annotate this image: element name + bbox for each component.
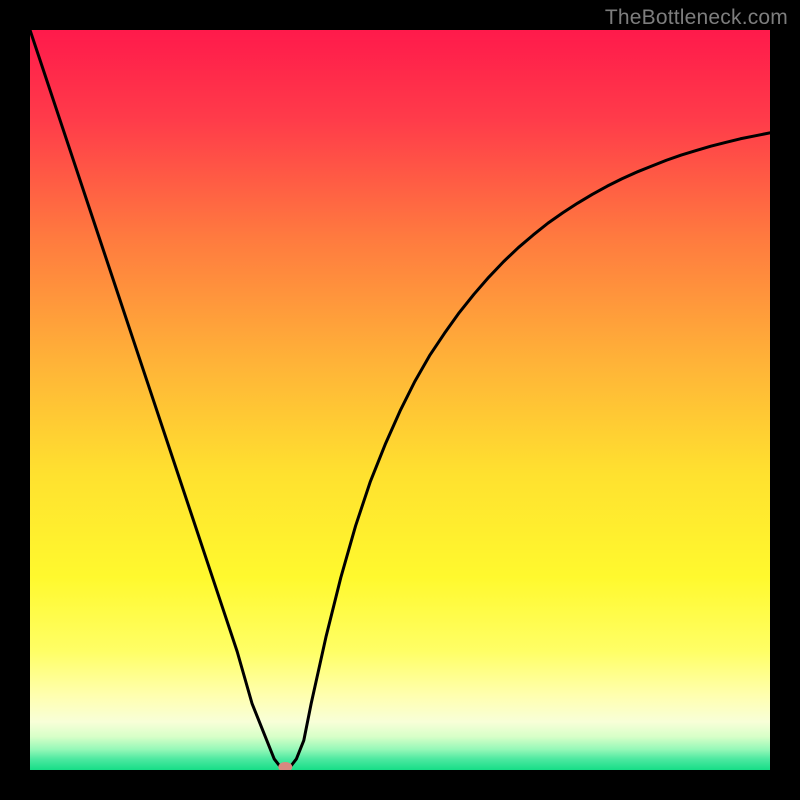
watermark-text: TheBottleneck.com <box>605 6 788 30</box>
chart-frame: TheBottleneck.com <box>0 0 800 800</box>
gradient-background <box>30 30 770 770</box>
bottleneck-chart-svg <box>30 30 770 770</box>
plot-area <box>30 30 770 770</box>
